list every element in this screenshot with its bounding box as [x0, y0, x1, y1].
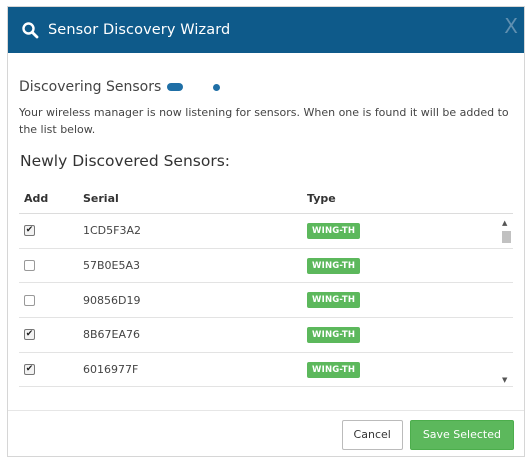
- loading-dot-icon: [213, 83, 221, 91]
- scroll-down-icon[interactable]: ▼: [502, 376, 507, 384]
- section-title: Newly Discovered Sensors:: [20, 152, 231, 170]
- dialog-footer: Cancel Save Selected: [8, 410, 524, 456]
- type-badge: WING-TH: [307, 361, 361, 378]
- column-header-type: Type: [307, 192, 336, 205]
- type-badge: WING-TH: [307, 222, 361, 239]
- add-checkbox[interactable]: ✔: [24, 225, 35, 237]
- type-badge: WING-TH: [307, 326, 361, 343]
- serial-cell: 90856D19: [83, 293, 141, 307]
- serial-cell: 57B0E5A3: [83, 259, 141, 273]
- close-button[interactable]: X: [504, 16, 518, 36]
- column-header-serial: Serial: [83, 192, 119, 205]
- serial-cell: 8B67EA76: [83, 328, 141, 342]
- table-row: ✔ 1CD5F3A2 WING-TH: [19, 214, 513, 249]
- table-row: ✔ 6016977F WING-TH: [19, 353, 513, 387]
- cancel-button[interactable]: Cancel: [341, 419, 403, 450]
- type-badge: WING-TH: [307, 292, 361, 309]
- discovery-status: Discovering Sensors: [19, 79, 513, 95]
- discovery-description: Your wireless manager is now listening f…: [19, 106, 509, 136]
- discovery-status-label: Discovering Sensors: [19, 79, 162, 95]
- sensor-list-scrollbar[interactable]: ▲ ▼: [499, 214, 513, 387]
- add-checkbox[interactable]: ✔: [24, 364, 35, 376]
- dialog-title: Sensor Discovery Wizard: [48, 22, 231, 38]
- sensor-discovery-dialog: Sensor Discovery Wizard X Discovering Se…: [7, 6, 525, 457]
- save-selected-button[interactable]: Save Selected: [409, 419, 514, 450]
- scroll-up-icon[interactable]: ▲: [502, 219, 507, 227]
- table-row: 57B0E5A3 WING-TH: [19, 249, 513, 284]
- dialog-header: Sensor Discovery Wizard X: [8, 7, 524, 53]
- search-icon: [22, 22, 39, 39]
- loading-indicator-icon: [167, 83, 184, 91]
- table-row: 90856D19 WING-TH: [19, 283, 513, 319]
- add-checkbox[interactable]: [24, 260, 35, 272]
- serial-cell: 1CD5F3A2: [83, 224, 141, 238]
- sensor-list[interactable]: ✔ 1CD5F3A2 WING-TH 57B0E5A3 WING-TH 9085…: [19, 214, 513, 387]
- table-row: ✔ 8B67EA76 WING-TH: [19, 318, 513, 353]
- serial-cell: 6016977F: [83, 363, 139, 377]
- add-checkbox[interactable]: [24, 294, 35, 306]
- table-header: Add Serial Type: [19, 184, 513, 214]
- column-header-add: Add: [24, 192, 49, 205]
- add-checkbox[interactable]: ✔: [24, 329, 35, 341]
- scroll-thumb[interactable]: [502, 231, 511, 243]
- type-badge: WING-TH: [307, 257, 361, 274]
